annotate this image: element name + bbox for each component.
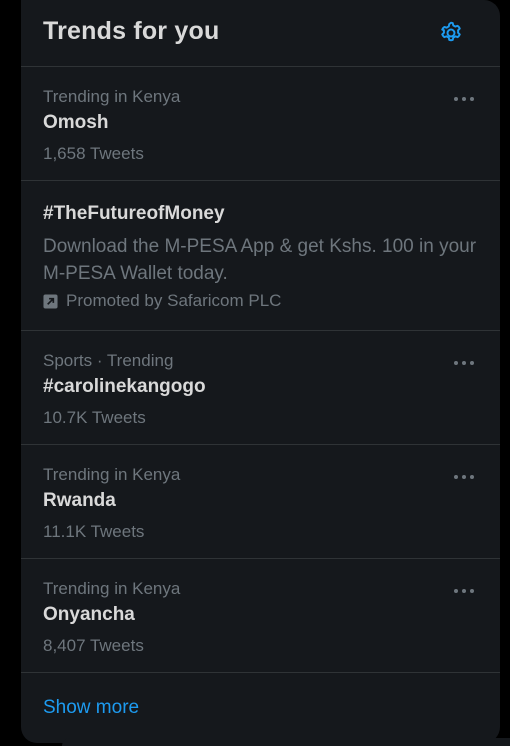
trend-item[interactable]: Sports · Trending #carolinekangogo 10.7K… (21, 331, 500, 445)
trend-name: #carolinekangogo (43, 376, 206, 397)
trend-item[interactable]: Trending in Kenya Omosh 1,658 Tweets (21, 67, 500, 181)
trend-context: Trending in Kenya (43, 87, 181, 106)
trend-tweet-count: 1,658 Tweets (43, 144, 144, 163)
more-options-icon[interactable] (454, 92, 476, 106)
more-options-icon[interactable] (454, 356, 476, 370)
promoted-arrow-icon (43, 293, 58, 309)
promoted-trend[interactable]: #TheFutureofMoney Download the M-PESA Ap… (21, 181, 500, 331)
next-panel-edge (62, 738, 510, 746)
trend-name: Rwanda (43, 490, 116, 511)
trend-item[interactable]: Trending in Kenya Rwanda 11.1K Tweets (21, 445, 500, 559)
trends-panel: Trends for you Trending in Kenya Omosh 1… (21, 0, 500, 743)
trends-header: Trends for you (21, 0, 500, 67)
trend-tweet-count: 8,407 Tweets (43, 636, 144, 655)
trend-context: Sports · Trending (43, 351, 174, 370)
promoted-by-line: Promoted by Safaricom PLC (43, 291, 281, 311)
more-options-icon[interactable] (454, 584, 476, 598)
trend-context: Trending in Kenya (43, 579, 181, 598)
trends-title: Trends for you (43, 17, 220, 45)
trend-tweet-count: 10.7K Tweets (43, 408, 146, 427)
trend-name: Onyancha (43, 604, 135, 625)
promoted-trend-description: Download the M-PESA App & get Kshs. 100 … (43, 236, 477, 284)
trend-context: Trending in Kenya (43, 465, 181, 484)
trend-tweet-count: 11.1K Tweets (43, 522, 145, 541)
promoted-by-text: Promoted by Safaricom PLC (66, 291, 282, 310)
trend-item[interactable]: Trending in Kenya Onyancha 8,407 Tweets (21, 559, 500, 673)
promoted-trend-name: #TheFutureofMoney (43, 203, 225, 224)
gear-icon[interactable] (438, 20, 464, 46)
more-options-icon[interactable] (454, 470, 476, 484)
show-more-link[interactable]: Show more (43, 697, 139, 719)
trend-name: Omosh (43, 112, 109, 133)
